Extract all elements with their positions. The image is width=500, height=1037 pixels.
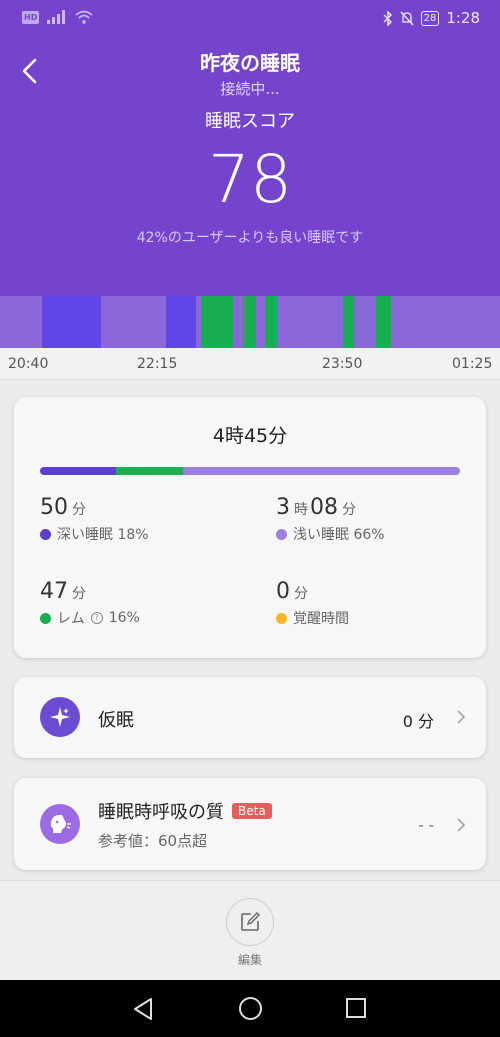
stage-segment-light [0,296,42,348]
stage-segment-light [233,296,243,348]
time-tick: 23:50 [322,356,363,372]
stage-segment-light [354,296,376,348]
chevron-right-icon [457,818,466,832]
minute-unit: 分 [72,586,86,602]
nav-recents-icon[interactable] [345,997,367,1019]
stage-segment-rem [243,296,256,348]
deep-sleep-label: 深い睡眠 18% [57,527,149,543]
bluetooth-icon [383,10,392,26]
light-sleep-minutes: 08 [310,495,338,520]
rem-label: レム [57,611,85,627]
status-right: 28 1:28 [383,9,480,27]
rem-percent: 16% [108,610,140,626]
rem-value: 47 [40,579,68,604]
hour-unit: 時 [294,502,308,518]
light-sleep-label: 浅い睡眠 66% [293,527,385,543]
stage-segment-rem [343,296,354,348]
edit-icon [241,912,260,931]
stage-segment-light [391,296,500,348]
face-breath-icon-svg [50,814,71,833]
breathing-label: 睡眠時呼吸の質 [98,802,224,823]
light-ratio-segment [182,467,460,475]
score-comparison: 42%のユーザーよりも良い睡眠です [136,230,364,246]
stage-segment-rem [376,296,391,348]
awake-label: 覚醒時間 [293,611,349,627]
stage-segment-light [277,296,343,348]
edit-label: 編集 [237,953,262,967]
awake-value: 0 [276,579,290,604]
awake-stat: 0分 覚醒時間 [276,579,349,628]
breathing-value: - - [418,816,434,834]
help-icon[interactable]: ? [90,612,103,624]
battery-icon: 28 [420,10,440,26]
deep-ratio-segment [40,467,116,475]
breathing-reference: 参考値：60点超 [98,832,208,850]
chevron-right-icon [457,710,466,724]
sleep-score: 78 [208,141,292,218]
stage-segment-rem [265,296,277,348]
stage-segment-deep [42,296,101,348]
deep-sleep-value: 50 [40,495,68,520]
sparkle-icon-svg [50,707,70,727]
total-sleep-time: 4時45分 [212,425,288,447]
nav-back-icon[interactable] [132,997,154,1021]
beta-badge: Beta [232,803,272,819]
deep-sleep-dot [40,528,51,540]
stage-segment-light [256,296,265,348]
stage-segment-rem [201,296,233,348]
status-left: HD [22,10,93,24]
wifi-icon [75,10,93,24]
light-sleep-stat: 3 時08 分 浅い睡眠 66% [276,495,385,544]
rem-ratio-segment [115,467,183,475]
stage-ratio-bar [40,467,460,475]
edit-button[interactable] [226,898,274,946]
nav-home-icon[interactable] [238,996,263,1021]
breathing-quality-card[interactable]: 睡眠時呼吸の質 Beta 参考値：60点超 - - [14,778,486,870]
time-axis: 20:40 22:15 23:50 01:25 [0,348,500,380]
breathing-title-row: 睡眠時呼吸の質 Beta [98,798,272,824]
bottom-action-bar: 編集 [0,880,500,980]
system-nav-bar [0,980,500,1037]
rem-dot [40,612,51,624]
time-tick: 01:25 [452,356,493,372]
light-sleep-dot [276,528,287,540]
stage-segment-light [101,296,166,348]
score-label: 睡眠スコア [205,111,295,132]
minute-unit: 分 [294,586,308,602]
time-tick: 20:40 [8,356,49,372]
connection-status: 接続中... [220,80,280,98]
deep-sleep-stat: 50 分 深い睡眠 18% [40,495,149,544]
clock: 1:28 [446,9,480,27]
sparkle-icon [40,697,80,737]
sleep-stage-graph[interactable] [0,296,500,348]
hd-badge: HD [22,10,40,24]
light-sleep-hours: 3 [276,495,290,520]
rem-sleep-stat: 47 分 レム? 16% [40,579,140,628]
status-bar: HD 28 1:28 [0,0,500,38]
nap-value: 0 分 [402,712,434,731]
sleep-stage-chart [0,296,500,348]
stage-segment-light [196,296,201,348]
awake-dot [276,612,287,624]
nap-card[interactable]: 仮眠 0 分 [14,677,486,758]
minute-unit: 分 [72,502,86,518]
sleep-summary-card: 4時45分 50 分 深い睡眠 18% 3 時08 分 浅い睡眠 66% 47 分 レム… [14,397,486,658]
minute-unit: 分 [342,502,356,518]
time-tick: 22:15 [137,356,178,372]
signal-icon [47,10,66,24]
header: HD 28 1:28 昨夜の睡眠 接続中... 睡眠スコア 78 42%のユーザ… [0,0,500,296]
nap-label: 仮眠 [98,710,134,731]
bell-off-icon [400,11,414,25]
page-title: 昨夜の睡眠 [200,51,300,75]
stage-segment-deep [166,296,196,348]
face-breath-icon [40,804,80,844]
